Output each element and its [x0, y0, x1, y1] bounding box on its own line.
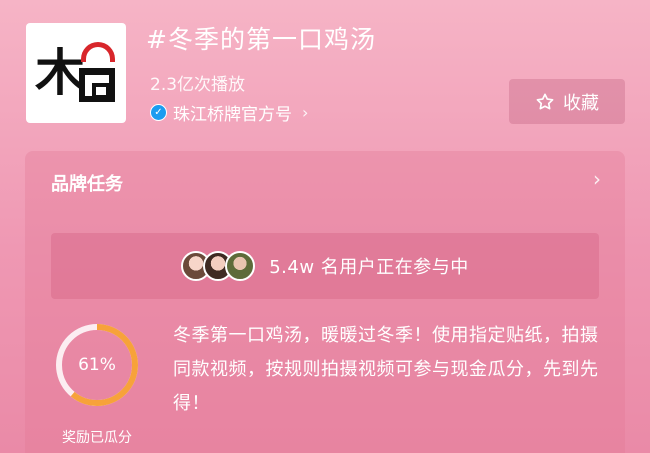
verified-icon: ✓ [150, 104, 167, 121]
reward-status-label: 奖励已瓜分 [62, 430, 132, 446]
logo-mark: 木 [35, 40, 117, 106]
favorite-button[interactable]: 收藏 [509, 79, 625, 124]
logo-character: 木 [35, 44, 85, 102]
task-description: 冬季第一口鸡汤，暖暖过冬季！使用指定贴纸，拍摄同款视频，按规则拍摄视频可参与现金… [173, 325, 599, 414]
chevron-right-icon: › [302, 103, 309, 122]
topic-title: #冬季的第一口鸡汤 [146, 25, 376, 54]
play-count: 2.3亿次播放 [150, 75, 246, 95]
participants-text: 5.4w 名用户正在参与中 [269, 257, 469, 278]
favorite-label: 收藏 [563, 92, 599, 114]
star-icon [536, 93, 554, 109]
logo-arc [81, 42, 115, 62]
brand-logo[interactable]: 木 [26, 23, 126, 123]
reward-progress-ring: 61% [53, 321, 141, 409]
logo-box [79, 68, 115, 102]
participants-bar[interactable]: 5.4w 名用户正在参与中 [51, 233, 599, 299]
brand-task-card: 品牌任务 › 5.4w 名用户正在参与中 61% 奖励已瓜分 冬季第一口鸡汤，暖… [25, 151, 625, 453]
account-link[interactable]: ✓ 珠江桥牌官方号 › [150, 100, 308, 125]
account-name: 珠江桥牌官方号 [173, 105, 292, 125]
participant-avatars [181, 251, 256, 281]
card-title: 品牌任务 [51, 174, 123, 195]
avatar [225, 251, 256, 281]
chevron-right-icon[interactable]: › [593, 167, 601, 191]
progress-percent: 61% [78, 355, 116, 375]
